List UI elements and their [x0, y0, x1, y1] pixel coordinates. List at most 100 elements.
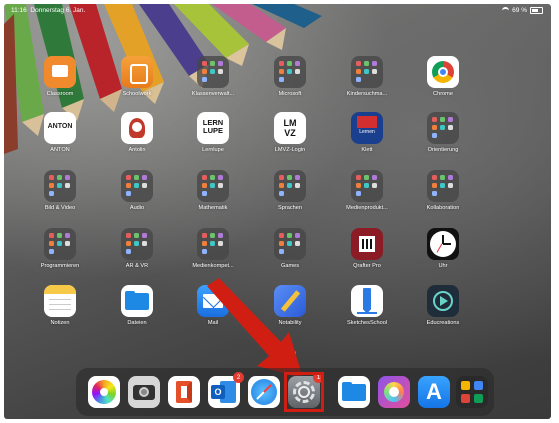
app-label: Games	[280, 263, 300, 269]
app-medienkompet[interactable]: Medienkompet...	[178, 228, 248, 269]
app-anton[interactable]: ANTON ANTON	[25, 112, 95, 153]
app-label: Medienprodukt...	[346, 205, 388, 211]
app-label: Dateien	[127, 320, 147, 326]
lernlupe-icon: LERN LUPE	[197, 112, 229, 144]
app-uhr[interactable]: Uhr	[408, 228, 478, 269]
files-icon	[121, 285, 153, 317]
app-microsoft[interactable]: Microsoft	[255, 56, 325, 97]
app-library-icon	[456, 376, 488, 408]
app-orientierung[interactable]: Orientierung	[408, 112, 478, 153]
app-label: Chrome	[433, 91, 453, 97]
dock-imovie[interactable]	[378, 376, 410, 408]
app-label: AR & VR	[125, 263, 149, 269]
folder-icon	[44, 228, 76, 260]
dock-files-dock[interactable]	[338, 376, 370, 408]
folder-icon	[274, 228, 306, 260]
app-label: Orientierung	[427, 147, 459, 153]
app-klassenverwalt[interactable]: Klassenverwalt...	[178, 56, 248, 97]
imovie-icon	[378, 376, 410, 408]
app-dateien[interactable]: Dateien	[102, 285, 172, 326]
app-label: ANTON	[50, 147, 70, 153]
folder-icon	[197, 170, 229, 202]
lmvz-icon: LM VZ	[274, 112, 306, 144]
status-time: 11:16	[11, 7, 27, 14]
app-label: LMVZ-Login	[274, 147, 306, 153]
dock-outlook[interactable]: O2	[208, 372, 244, 408]
app-lmvz-login[interactable]: LM VZ LMVZ-Login	[255, 112, 325, 153]
notes-icon	[44, 285, 76, 317]
app-label: Notizen	[50, 320, 70, 326]
app-label: Medienkompet...	[192, 263, 234, 269]
camera-icon	[128, 376, 160, 408]
battery-percent: 69 %	[512, 7, 527, 14]
app-label: Lernlupe	[202, 147, 224, 153]
app-label: SketchesSchool	[346, 320, 388, 326]
app-games[interactable]: Games	[255, 228, 325, 269]
app-kindersuchma[interactable]: Kindersuchma...	[332, 56, 402, 97]
app-sprachen[interactable]: Sprachen	[255, 170, 325, 211]
ipad-home-screen: 11:16 Donnerstag 6. Jan. 69 % Classroom S…	[4, 4, 551, 419]
dock-app-store[interactable]: A	[418, 376, 450, 408]
klett-icon: Lernen	[351, 112, 383, 144]
dock-photos[interactable]	[88, 376, 120, 408]
app-label: Klett	[361, 147, 373, 153]
app-label: Classroom	[46, 91, 74, 97]
safari-icon	[248, 376, 280, 408]
folder-icon	[121, 228, 153, 260]
app-label: Antolin	[128, 147, 146, 153]
dock-safari[interactable]	[248, 376, 280, 408]
status-time-date: 11:16 Donnerstag 6. Jan.	[11, 7, 85, 14]
anton-icon: ANTON	[44, 112, 76, 144]
app-educreations[interactable]: Educreations	[408, 285, 478, 326]
chrome-icon	[427, 56, 459, 88]
qrafter-icon	[351, 228, 383, 260]
app-label: Programmieren	[40, 263, 80, 269]
status-date: Donnerstag 6. Jan.	[30, 7, 86, 14]
folder-icon	[427, 112, 459, 144]
dock: O21A	[76, 368, 494, 416]
photos-icon	[88, 376, 120, 408]
app-audio[interactable]: Audio	[102, 170, 172, 211]
folder-icon	[121, 170, 153, 202]
status-bar: 11:16 Donnerstag 6. Jan. 69 %	[4, 4, 551, 18]
app-medienprodukt[interactable]: Medienprodukt...	[332, 170, 402, 211]
app-label: Educreations	[426, 320, 460, 326]
clock-icon	[427, 228, 459, 260]
app-label: Uhr	[438, 263, 448, 269]
folder-icon	[44, 170, 76, 202]
notification-badge: 2	[233, 372, 244, 383]
app-schoolwork[interactable]: Schoolwork	[102, 56, 172, 97]
app-label: Kollaboration	[426, 205, 460, 211]
app-label: Bild & Video	[44, 205, 76, 211]
app-antolin[interactable]: Antolin	[102, 112, 172, 153]
app-programmieren[interactable]: Programmieren	[25, 228, 95, 269]
schoolwork-icon	[121, 56, 153, 88]
app-ar-vr[interactable]: AR & VR	[102, 228, 172, 269]
app-store-icon: A	[418, 376, 450, 408]
app-mathematik[interactable]: Mathematik	[178, 170, 248, 211]
app-label: Sprachen	[278, 205, 302, 211]
app-label: Mathematik	[198, 205, 228, 211]
status-right: 69 %	[502, 7, 543, 14]
app-notizen[interactable]: Notizen	[25, 285, 95, 326]
app-lernlupe[interactable]: LERN LUPE Lernlupe	[178, 112, 248, 153]
folder-icon	[197, 56, 229, 88]
app-bild-video[interactable]: Bild & Video	[25, 170, 95, 211]
educreations-icon	[427, 285, 459, 317]
office-icon	[168, 376, 200, 408]
annotation-highlight-box	[284, 372, 324, 412]
classroom-icon	[44, 56, 76, 88]
app-kollaboration[interactable]: Kollaboration	[408, 170, 478, 211]
app-label: Microsoft	[278, 91, 302, 97]
app-chrome[interactable]: Chrome	[408, 56, 478, 97]
folder-icon	[274, 170, 306, 202]
app-qrafter-pro[interactable]: Qrafter Pro	[332, 228, 402, 269]
app-label: Audio	[129, 205, 145, 211]
app-klett[interactable]: Lernen Klett	[332, 112, 402, 153]
dock-camera[interactable]	[128, 376, 160, 408]
sketches-icon	[351, 285, 383, 317]
dock-office[interactable]	[168, 376, 200, 408]
app-sketchesschool[interactable]: SketchesSchool	[332, 285, 402, 326]
dock-app-library[interactable]	[456, 376, 488, 408]
app-classroom[interactable]: Classroom	[25, 56, 95, 97]
